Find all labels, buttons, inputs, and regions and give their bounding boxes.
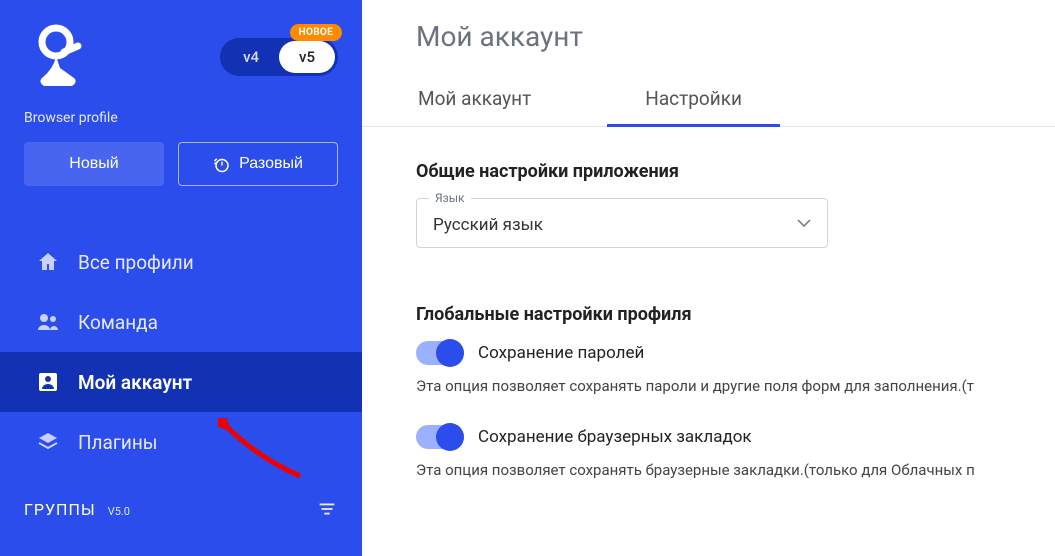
groups-title: ГРУППЫ [24, 500, 96, 519]
toggle-knob [436, 423, 464, 451]
tabs: Мой аккаунт Настройки [362, 83, 1055, 127]
tab-my-account[interactable]: Мой аккаунт [416, 83, 533, 126]
profile-buttons: Новый Разовый [24, 142, 338, 186]
main-content: Мой аккаунт Мой аккаунт Настройки Общие … [362, 0, 1055, 556]
language-select[interactable]: Язык Русский язык [416, 198, 828, 248]
sidebar-item-my-account[interactable]: Мой аккаунт [0, 352, 362, 412]
profile-section: Browser profile Новый Разовый [0, 106, 362, 204]
groups-version: V5.0 [108, 505, 130, 518]
sort-icon[interactable] [316, 498, 338, 520]
version-v5-pill[interactable]: v5 [279, 41, 335, 73]
nav-label: Плагины [78, 431, 158, 454]
account-icon [36, 370, 60, 394]
nav-label: Мой аккаунт [78, 371, 192, 394]
sidebar-item-team[interactable]: Команда [0, 292, 362, 352]
toggle-knob [436, 339, 464, 367]
toggle-save-bookmarks-block: Сохранение браузерных закладок Эта опция… [416, 425, 1055, 479]
groups-header: ГРУППЫ V5.0 [0, 482, 362, 528]
layers-icon [36, 430, 60, 454]
language-select-label: Язык [429, 191, 471, 205]
tab-settings[interactable]: Настройки [643, 83, 744, 126]
app-logo [28, 20, 84, 90]
sidebar-item-plugins[interactable]: Плагины [0, 412, 362, 472]
nav-label: Команда [78, 311, 158, 334]
version-v4-pill[interactable]: v4 [223, 41, 279, 73]
settings-content: Общие настройки приложения Язык Русский … [362, 127, 1055, 479]
timer-icon [213, 155, 231, 173]
language-select-value: Русский язык [433, 215, 543, 235]
version-toggle: НОВОЕ v4 v5 [220, 38, 338, 76]
sidebar-item-all-profiles[interactable]: Все профили [0, 232, 362, 292]
toggle-label: Сохранение браузерных закладок [478, 427, 752, 447]
toggle-row: Сохранение браузерных закладок [416, 425, 1055, 449]
new-badge: НОВОЕ [290, 24, 342, 41]
global-profile-section: Глобальные настройки профиля Сохранение … [416, 304, 1055, 479]
home-icon [36, 250, 60, 274]
team-icon [36, 310, 60, 334]
toggle-desc: Эта опция позволяет сохранять пароли и д… [416, 377, 1055, 395]
page-title: Мой аккаунт [362, 20, 1055, 83]
new-profile-button[interactable]: Новый [24, 142, 164, 186]
sidebar-header: НОВОЕ v4 v5 [0, 0, 362, 106]
toggle-row: Сохранение паролей [416, 341, 1055, 365]
toggle-save-bookmarks[interactable] [416, 425, 464, 449]
onetime-profile-button[interactable]: Разовый [178, 142, 338, 186]
profile-label: Browser profile [24, 110, 338, 126]
general-settings-title: Общие настройки приложения [416, 161, 1055, 182]
nav-label: Все профили [78, 251, 194, 274]
global-profile-title: Глобальные настройки профиля [416, 304, 1055, 325]
groups-title-wrap: ГРУППЫ V5.0 [24, 500, 130, 519]
toggle-desc: Эта опция позволяет сохранять браузерные… [416, 461, 1055, 479]
toggle-save-passwords-block: Сохранение паролей Эта опция позволяет с… [416, 341, 1055, 395]
sidebar-nav: Все профили Команда Мой аккаунт Плагины [0, 232, 362, 472]
sidebar: НОВОЕ v4 v5 Browser profile Новый Разовы… [0, 0, 362, 556]
toggle-save-passwords[interactable] [416, 341, 464, 365]
toggle-label: Сохранение паролей [478, 343, 644, 363]
onetime-button-label: Разовый [239, 155, 303, 173]
chevron-down-icon [797, 219, 811, 227]
